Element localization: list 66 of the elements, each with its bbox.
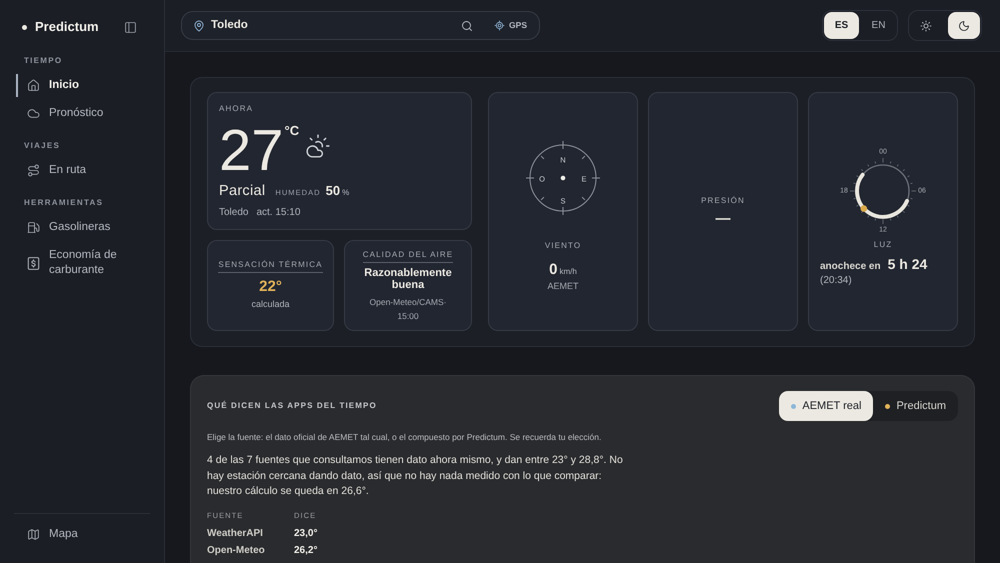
location-pin-icon [193, 20, 205, 32]
current-time-marker [860, 204, 868, 212]
nav-item[interactable]: Pronóstico [16, 102, 148, 125]
card-label: CALIDAD DEL AIRE [362, 250, 454, 263]
gps-button[interactable]: GPS [494, 19, 527, 32]
panel-title: QUÉ DICEN LAS APPS DEL TIEMPO [207, 401, 377, 411]
wind-speed-unit: km/h [560, 266, 577, 278]
humidity-unit: % [342, 187, 350, 199]
nav-item[interactable]: En ruta [16, 159, 148, 182]
air-quality-value: Razonablemente buena [363, 267, 453, 291]
search-field[interactable]: Toledo GPS [181, 11, 540, 40]
table-cell-text: WeatherAPI [207, 526, 264, 540]
cloud-sun-icon [305, 133, 332, 159]
feels-like-value: 22° [259, 278, 282, 296]
location-text: Toledo [219, 206, 248, 218]
condition-text: Parcial [219, 182, 266, 200]
route-icon [27, 164, 40, 177]
brand-name: Predictum [35, 19, 99, 35]
fuel-pump-icon [27, 221, 40, 234]
search-icon [461, 20, 474, 32]
language-option[interactable]: ES [824, 12, 859, 39]
table-cell-text: 26,2° [294, 544, 318, 558]
cloud-icon [27, 107, 40, 120]
search-button[interactable] [460, 18, 474, 32]
temperature-value: 27 [219, 122, 284, 180]
crosshair-icon [494, 20, 506, 31]
map-icon [27, 528, 40, 541]
card-label: PRESIÓN [701, 196, 745, 206]
wind-source: AEMET [547, 280, 578, 292]
sunset-label: anochece en [820, 260, 881, 274]
sidebar-toggle-icon [124, 20, 136, 34]
pressure-value: — [716, 210, 730, 228]
sun-icon [920, 20, 932, 32]
home-icon [27, 79, 40, 92]
feels-like-note: calculada [251, 298, 290, 310]
dollar-document-icon [27, 256, 40, 270]
air-quality-source: Open-Meteo/CAMS· 15:00 [368, 296, 448, 323]
table-cell-text: Open-Meteo [207, 544, 266, 558]
section-title: VIAJES [23, 141, 62, 151]
section-title: HERRAMIENTAS [23, 198, 104, 208]
nav-item[interactable]: Inicio [16, 74, 148, 97]
nav-item[interactable]: Gasolineras [16, 216, 148, 239]
card-label: SENSACIÓN TÉRMICA [218, 260, 323, 272]
moon-icon [958, 20, 970, 32]
sunset-time: (20:34) [820, 274, 852, 286]
summary-text: 4 de las 7 fuentes que consultamos tienen dato ahora mismo, y dan entre 23° y 28,8°. No hay estación cercana dando dato, así que no hay nada medido con lo que comparar: nuestro cálculo se queda en 26,6°. [207, 453, 624, 499]
nav-item[interactable]: Economía de carburante [16, 244, 148, 282]
dark-mode-button[interactable] [948, 12, 980, 39]
table-cell-text: 23,0° [294, 526, 318, 540]
hint-text: Elige la fuente: el dato oficial de AEMET tal cual, o el compuesto por Predictum. Se recuerda tu elección. [207, 432, 602, 443]
updated-time: act. 15:10 [256, 206, 300, 218]
sunset-countdown: 5 h 24 [888, 254, 928, 272]
card-label: VIENTO [544, 240, 582, 250]
card-label: AHORA [219, 104, 254, 114]
card-label: LUZ [874, 240, 892, 250]
daylight-arc [855, 172, 909, 218]
collapse-sidebar-button[interactable] [123, 20, 137, 34]
center-dot-icon [560, 175, 566, 180]
humidity-value: 50 [326, 182, 340, 200]
source-option[interactable]: AEMET real [779, 391, 874, 421]
wind-speed-value: 0 [549, 260, 558, 278]
section-title: TIEMPO [23, 56, 64, 66]
source-option[interactable]: Predictum [873, 391, 958, 421]
nav-item[interactable]: Mapa [16, 523, 150, 546]
language-option[interactable]: EN [861, 12, 896, 39]
temperature-unit: °C [284, 124, 300, 137]
